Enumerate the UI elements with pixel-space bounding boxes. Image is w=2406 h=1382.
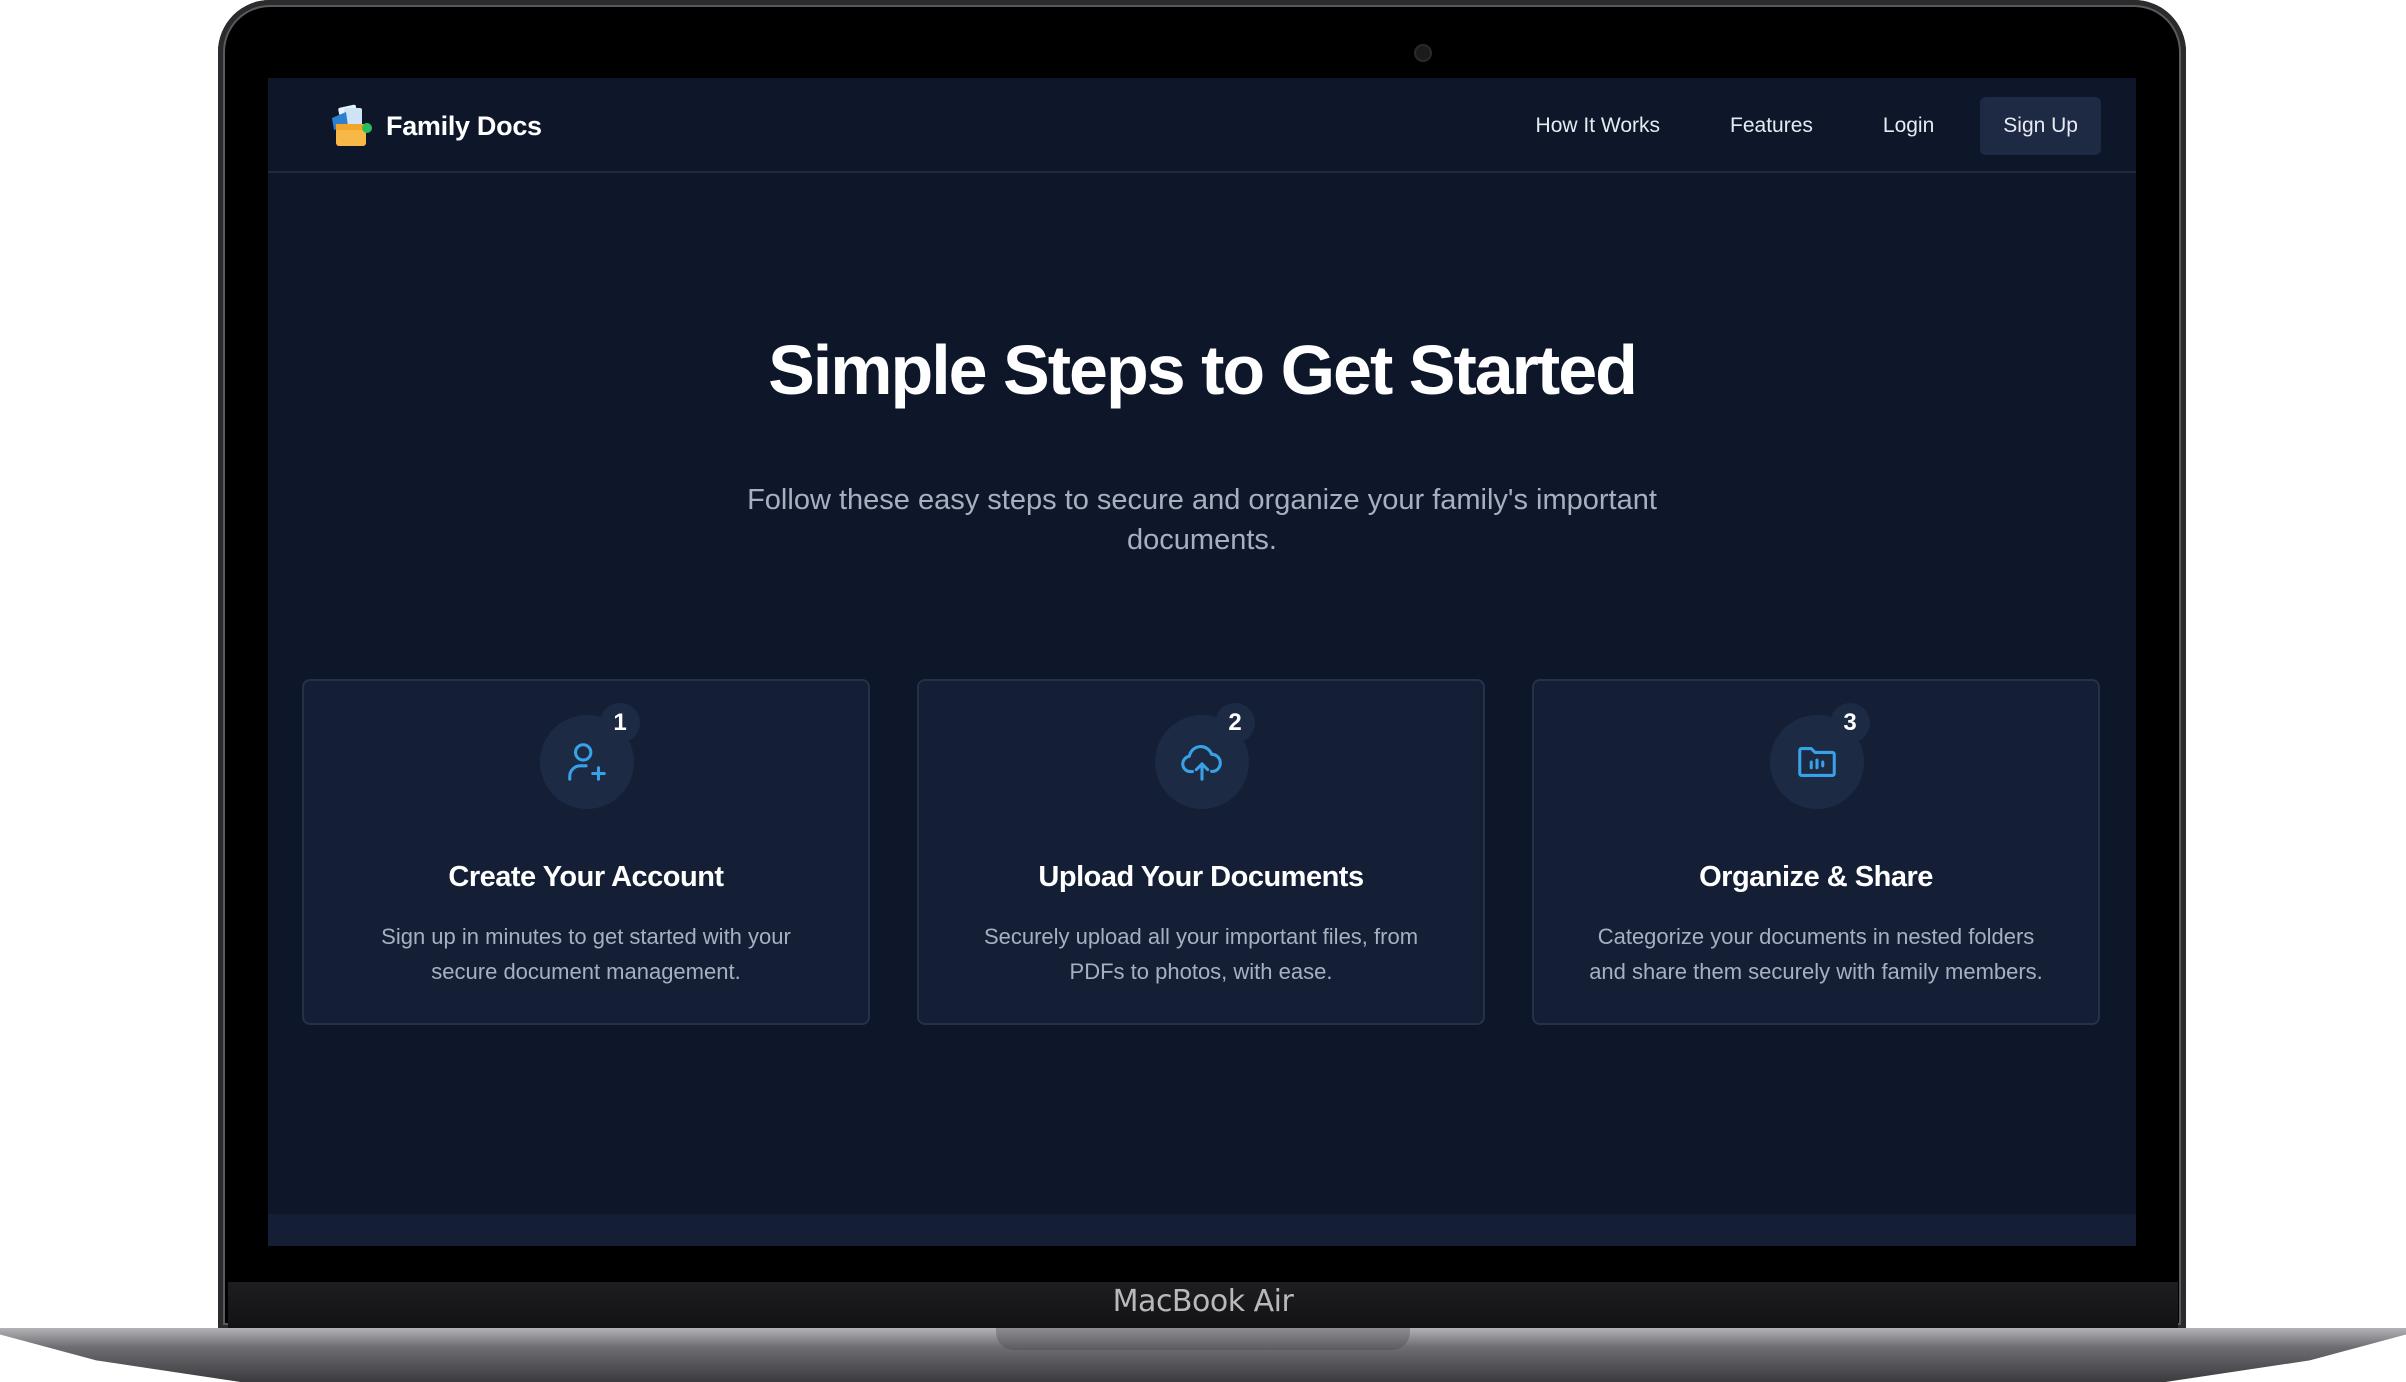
brand-name: Family Docs — [386, 110, 542, 141]
step-title: Organize & Share — [1699, 861, 1933, 893]
brand-logo[interactable]: Family Docs — [326, 102, 542, 150]
cloud-upload-icon — [1181, 745, 1222, 781]
step-card-organize-share: 3 Organize & Share Categorize your docum… — [1532, 679, 2100, 1025]
step-icon-wrap: 1 — [540, 703, 640, 809]
navbar: Family Docs How It Works Features Login … — [268, 78, 2136, 173]
camera-icon — [1414, 44, 1432, 62]
browser-viewport: Family Docs How It Works Features Login … — [268, 78, 2136, 1246]
step-description: Categorize your documents in nested fold… — [1589, 924, 2043, 984]
step-icon-wrap: 3 — [1770, 703, 1870, 809]
step-description: Securely upload all your important files… — [983, 924, 1419, 984]
step-icon-wrap: 2 — [1155, 703, 1255, 809]
laptop-hinge-notch — [996, 1328, 1410, 1350]
page-subtitle: Follow these easy steps to secure and or… — [747, 484, 1657, 556]
next-section-edge — [268, 1214, 2136, 1246]
device-label: MacBook Air — [1112, 1284, 1294, 1319]
page-title: Simple Steps to Get Started — [768, 331, 1638, 409]
user-plus-icon — [568, 743, 606, 781]
folder-docs-icon — [332, 104, 372, 146]
nav-link-how-it-works[interactable]: How It Works — [1536, 97, 1660, 155]
laptop-chin: MacBook Air — [228, 1282, 2178, 1328]
nav-links: How It Works Features Login Sign Up — [1466, 97, 2101, 155]
step-title: Create Your Account — [448, 861, 724, 893]
step-number: 1 — [600, 703, 640, 743]
nav-link-features[interactable]: Features — [1730, 97, 1813, 155]
step-number: 2 — [1215, 703, 1255, 743]
step-description: Sign up in minutes to get started with y… — [381, 924, 791, 984]
nav-link-login[interactable]: Login — [1883, 97, 1934, 155]
signup-button[interactable]: Sign Up — [1980, 97, 2101, 155]
step-card-create-account: 1 Create Your Account Sign up in minutes… — [302, 679, 870, 1025]
step-number: 3 — [1830, 703, 1870, 743]
folder-chart-icon — [1798, 747, 1836, 777]
step-title: Upload Your Documents — [1038, 861, 1364, 893]
step-card-upload-documents: 2 Upload Your Documents Securely upload … — [917, 679, 1485, 1025]
